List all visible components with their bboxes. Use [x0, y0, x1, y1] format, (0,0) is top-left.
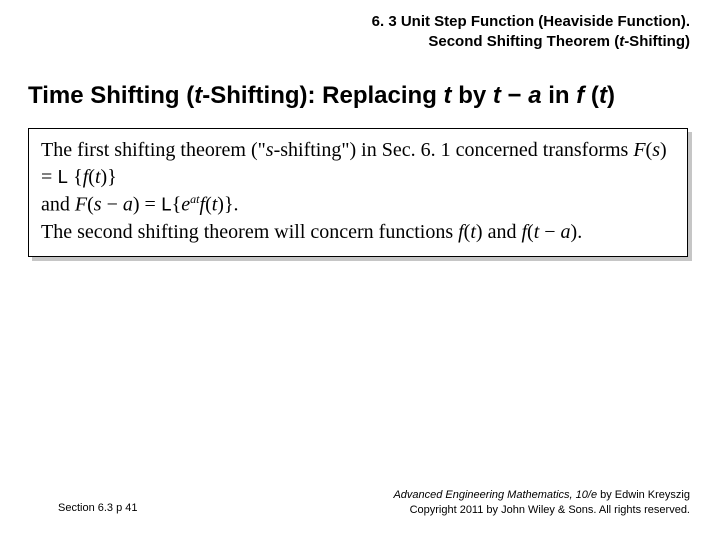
content-shadow: The first shifting theorem ("s-shifting"… [32, 132, 692, 261]
footer-citation: Advanced Engineering Mathematics, 10/e b… [393, 488, 690, 518]
footer-section-page: Section 6.3 p 41 [58, 502, 138, 514]
slide: 6. 3 Unit Step Function (Heaviside Funct… [0, 0, 720, 540]
header-line2: Second Shifting Theorem (t-Shifting) [372, 32, 690, 52]
footer-copyright: Copyright 2011 by John Wiley & Sons. All… [393, 503, 690, 518]
section-header: 6. 3 Unit Step Function (Heaviside Funct… [372, 12, 690, 53]
header-line1: 6. 3 Unit Step Function (Heaviside Funct… [372, 12, 690, 32]
content-box: The first shifting theorem ("s-shifting"… [28, 128, 688, 257]
footer-book-line: Advanced Engineering Mathematics, 10/e b… [393, 488, 690, 503]
slide-title: Time Shifting (t-Shifting): Replacing t … [28, 82, 615, 110]
